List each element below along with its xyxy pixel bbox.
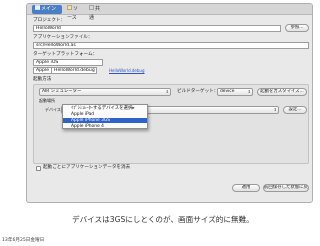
main-tab-icon [34,5,41,10]
platform-target-field[interactable]: HelloWorld.debug [51,67,97,74]
project-label: プロジェクト： [33,18,66,23]
app-file-field[interactable]: src/HelloWorld.as [33,42,309,49]
build-target-value: device [220,89,235,94]
apply-button[interactable]: 適用 [232,184,260,192]
target-platform-link[interactable]: HelloWorld.debug [109,68,145,74]
launch-section-label: 起動方法 [33,77,52,82]
build-target-label: ビルドターゲット： [177,89,219,94]
platform-os-field[interactable]: Apple iOS [33,59,103,66]
build-target-select[interactable]: device ⇕ [217,88,253,96]
source-tab-icon [67,5,72,10]
app-file-label: アプリケーションファイル： [33,35,93,40]
chevron-down-icon: ⇕ [247,89,251,94]
device-label: デバイス [45,107,61,112]
target-platform-label: ターゲットプラットフォーム： [33,52,98,57]
project-field[interactable]: HelloWorld [33,25,281,32]
device-dropdown-menu: ｲﾌﾟｼﾐｭﾚｰﾀｰするデバイスを選択▸ Apple iPad Apple iP… [62,104,148,129]
tab-common[interactable]: 共通 [86,5,104,21]
tab-bar: メイン ソース 共通 [27,4,312,21]
dropdown-item-iphone-4[interactable]: Apple iPhone 4 [63,124,147,129]
browse-button[interactable]: 参照... [285,24,309,32]
dropdown-item-iphone-3gs[interactable]: Apple iPhone 3GS [63,118,147,123]
tab-source[interactable]: ソース [64,5,86,21]
clear-data-checkbox[interactable] [36,166,41,171]
run-configuration-window: メイン ソース 共通 プロジェクト： HelloWorld 参照... アプリケ… [26,3,313,203]
launch-location-label: 起動場所 [39,98,55,103]
slide-caption: デバイスは3GSにしとくのが、画面サイズ的に無難。 [72,215,254,224]
dropdown-item-ipad[interactable]: Apple iPad [63,112,147,117]
customize-launch-button[interactable]: 起動をカスタマイズ... [257,88,307,96]
clear-data-label: 起動ごとにアプリケーションデータを消去 [43,165,131,170]
tab-main-label: メイン [41,6,57,12]
config-button[interactable]: 設定... [283,106,307,114]
launch-method-value: AIR シミュレーター [42,89,82,94]
launch-method-select[interactable]: AIR シミュレーター ⇕ [39,88,171,96]
common-tab-icon [89,5,94,10]
tab-main[interactable]: メイン [32,5,62,14]
chevron-down-icon: ⇕ [165,89,169,94]
chevron-down-icon: ⇕ [273,107,277,112]
revert-button[interactable]: 前回保存した状態に戻 [263,184,309,192]
dropdown-item[interactable]: ｲﾌﾟｼﾐｭﾚｰﾀｰするデバイスを選択▸ [63,106,147,111]
slide-footer-date: 13年6月25日金曜日 [2,238,45,243]
